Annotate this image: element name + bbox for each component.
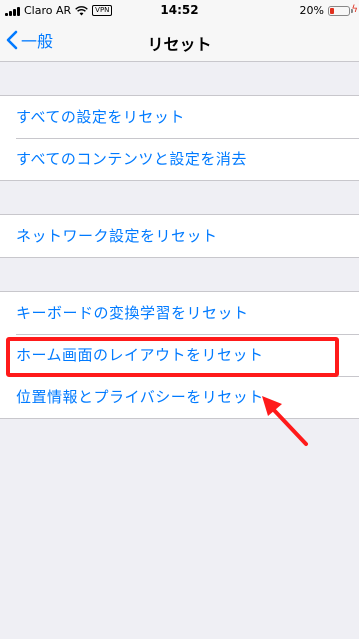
battery-percent: 20%	[299, 4, 324, 17]
status-right: 20% ϟ	[299, 4, 358, 18]
reset-group-1: すべての設定をリセット すべてのコンテンツと設定を消去	[0, 95, 359, 181]
reset-network-settings-row[interactable]: ネットワーク設定をリセット	[0, 215, 359, 257]
erase-all-content-row[interactable]: すべてのコンテンツと設定を消去	[0, 138, 359, 180]
red-arrow-icon	[262, 396, 308, 446]
status-bar: Claro AR VPN 14:52 20% ϟ	[0, 0, 359, 22]
charging-bolt-icon: ϟ	[351, 3, 358, 15]
battery-icon: ϟ	[328, 4, 358, 16]
reset-group-2: ネットワーク設定をリセット	[0, 214, 359, 258]
page-title: リセット	[147, 35, 212, 54]
navigation-bar: 一般 リセット	[0, 22, 359, 62]
battery-level	[330, 7, 334, 14]
highlight-box	[6, 337, 339, 377]
reset-keyboard-dictionary-row[interactable]: キーボードの変換学習をリセット	[0, 292, 359, 334]
reset-all-settings-row[interactable]: すべての設定をリセット	[0, 96, 359, 138]
